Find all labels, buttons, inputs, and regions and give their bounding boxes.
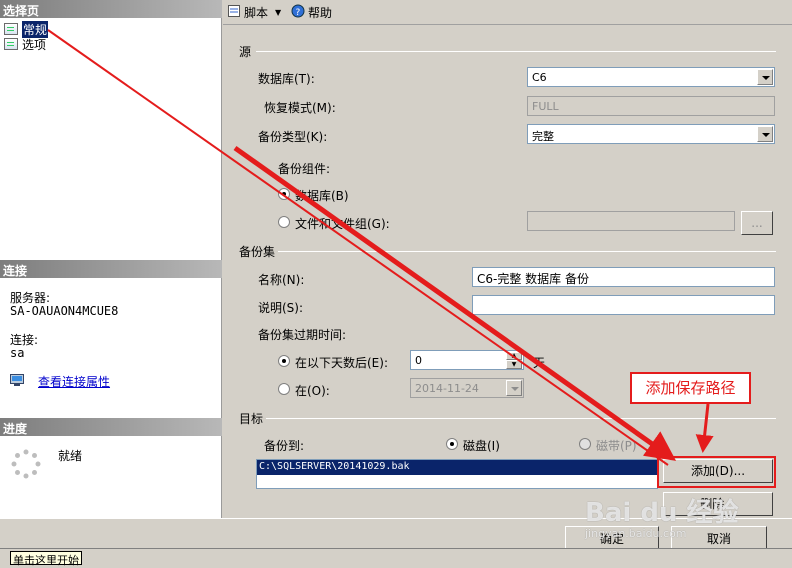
description-label: 说明(S):	[258, 301, 304, 315]
tape-radio-label: 磁带(P)	[596, 439, 637, 453]
destination-list[interactable]: C:\SQLSERVER\20141029.bak	[256, 459, 658, 489]
view-connection-properties-link[interactable]: 查看连接属性	[38, 373, 110, 390]
name-label: 名称(N):	[258, 273, 305, 287]
files-radio[interactable]	[278, 216, 290, 228]
expire-date-picker: 2014-11-24	[410, 378, 524, 398]
database-value: C6	[532, 71, 547, 84]
script-button[interactable]: 脚本 ▼	[227, 4, 281, 21]
help-label: 帮助	[308, 6, 333, 20]
server-value: SA-OAUAON4MCUE8	[10, 304, 119, 318]
connection-value: sa	[10, 346, 25, 360]
divider	[278, 251, 776, 252]
chevron-down-icon	[757, 69, 773, 85]
divider	[256, 51, 776, 52]
disk-radio[interactable]	[446, 438, 458, 450]
connection-properties-icon	[10, 374, 24, 386]
destination-group-title: 目标	[239, 412, 264, 426]
backup-component-label: 备份组件:	[278, 162, 331, 176]
database-radio[interactable]	[278, 188, 290, 200]
source-group-title: 源	[239, 45, 252, 59]
help-icon: ?	[291, 4, 305, 21]
backup-to-label: 备份到:	[264, 439, 305, 453]
files-field	[527, 211, 735, 231]
browse-files-button[interactable]: ...	[741, 211, 773, 235]
start-tooltip[interactable]: 单击这里开始	[10, 551, 82, 567]
description-input[interactable]	[472, 295, 775, 315]
files-radio-label: 文件和文件组(G):	[295, 217, 390, 231]
page-icon	[4, 38, 18, 50]
page-item-options[interactable]: 选项	[4, 37, 47, 52]
chevron-down-icon	[757, 126, 773, 142]
chevron-down-icon	[506, 380, 522, 396]
backup-type-value: 完整	[532, 130, 554, 143]
toolbar: 脚本 ▼ ? 帮助	[223, 0, 792, 25]
status-bar	[0, 548, 792, 567]
recovery-model-field: FULL	[527, 96, 775, 116]
help-button[interactable]: ? 帮助	[291, 4, 332, 21]
page-icon	[4, 23, 18, 35]
script-icon	[227, 4, 241, 21]
progress-spinner-icon	[10, 448, 42, 480]
arrow-up-icon[interactable]: ▲	[506, 352, 522, 360]
watermark-logo: Bai du 经验 jingyan.baidu.com	[585, 492, 755, 542]
annotation-label: 添加保存路径	[630, 372, 751, 404]
after-days-radio[interactable]	[278, 355, 290, 367]
progress-header: 进度	[0, 418, 222, 436]
watermark-sub: jingyan.baidu.com	[585, 527, 687, 540]
page-item-label: 选项	[22, 37, 47, 52]
recovery-value: FULL	[532, 100, 559, 113]
page-item-general[interactable]: 常规	[4, 20, 49, 38]
arrow-down-icon[interactable]: ▼	[506, 360, 522, 369]
on-date-label: 在(O):	[295, 384, 330, 398]
days-unit: 天	[533, 356, 546, 370]
backup-type-label: 备份类型(K):	[258, 130, 328, 144]
watermark-text: Bai du 经验	[585, 498, 739, 528]
backup-type-select[interactable]: 完整	[527, 124, 775, 144]
backup-name-input[interactable]: C6-完整 数据库 备份	[472, 267, 775, 287]
expire-label: 备份集过期时间:	[258, 328, 347, 342]
connection-header: 连接	[0, 260, 222, 278]
divider	[266, 418, 776, 419]
chevron-down-icon: ▼	[275, 8, 282, 17]
script-label: 脚本	[244, 6, 269, 20]
progress-status: 就绪	[58, 449, 83, 463]
days-value: 0	[415, 354, 422, 367]
left-pane: 选择页 常规 选项 连接 服务器: SA-OAUAON4MCUE8 连接: sa…	[0, 0, 222, 518]
recovery-label: 恢复模式(M):	[264, 101, 336, 115]
on-date-radio[interactable]	[278, 383, 290, 395]
days-stepper[interactable]: 0 ▲ ▼	[410, 350, 524, 370]
database-select[interactable]: C6	[527, 67, 775, 87]
database-radio-label: 数据库(B)	[295, 189, 349, 203]
disk-radio-label: 磁盘(I)	[463, 439, 500, 453]
after-days-label: 在以下天数后(E):	[295, 356, 388, 370]
svg-text:?: ?	[296, 8, 301, 18]
select-page-header: 选择页	[0, 0, 222, 18]
destination-path-item[interactable]: C:\SQLSERVER\20141029.bak	[257, 460, 657, 475]
database-label: 数据库(T):	[258, 72, 315, 86]
tape-radio	[579, 438, 591, 450]
backup-set-group-title: 备份集	[239, 245, 276, 259]
expire-date-value: 2014-11-24	[415, 382, 479, 395]
annotation-highlight-box	[657, 456, 776, 488]
